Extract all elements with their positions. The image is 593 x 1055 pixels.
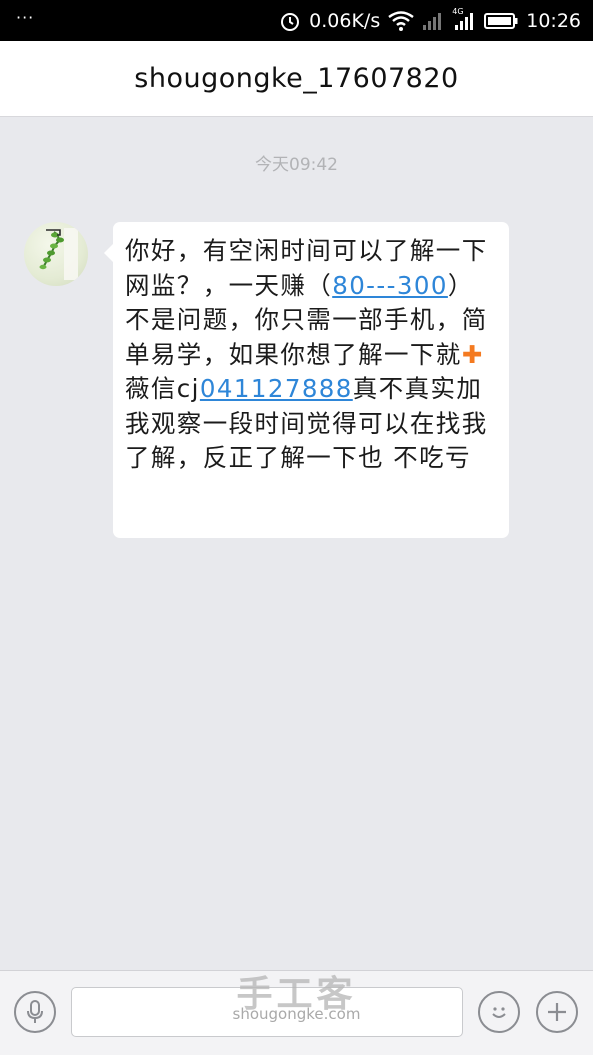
more-button[interactable] (536, 991, 578, 1033)
message-text: 你好，有空闲时间可以了解一下网监？，一天赚（80---300）不是问题，你只需一… (125, 234, 497, 476)
voice-button[interactable] (14, 991, 56, 1033)
microphone-icon (27, 1000, 43, 1023)
menu-dots-icon[interactable]: ··· (16, 8, 34, 27)
battery-icon (484, 12, 518, 30)
alarm-icon (279, 10, 301, 32)
signal-2-icon: 4G (452, 7, 476, 31)
message-timestamp: 今天09:42 (255, 155, 338, 175)
signal-1-icon (422, 11, 444, 31)
net-speed: 0.06K/s (309, 9, 381, 32)
plus-emoji-icon: ✚ (461, 339, 484, 369)
plus-icon (548, 1003, 566, 1021)
sender-avatar[interactable] (24, 222, 88, 286)
message-text-part3: 薇信cj (125, 374, 200, 403)
avatar-plant-icon (39, 228, 78, 280)
message-bubble[interactable]: 你好，有空闲时间可以了解一下网监？，一天赚（80---300）不是问题，你只需一… (104, 222, 509, 538)
chat-header: shougongke_17607820 (0, 41, 593, 117)
status-indicators: 0.06K/s 4G 10:26 (279, 0, 581, 41)
emoji-button[interactable] (478, 991, 520, 1033)
contact-name: shougongke_17607820 (134, 63, 459, 94)
message-input[interactable] (71, 987, 463, 1037)
network-type-label: 4G (452, 6, 464, 16)
input-bar: 手工客 shougongke.com (0, 970, 593, 1055)
amount-link[interactable]: 80---300 (332, 271, 448, 300)
clock: 10:26 (526, 9, 581, 32)
wifi-icon (388, 10, 414, 31)
status-bar: ··· 0.06K/s 4G 10:26 (0, 0, 593, 41)
contact-id-link[interactable]: 041127888 (200, 374, 353, 403)
smiley-icon (492, 1007, 506, 1018)
